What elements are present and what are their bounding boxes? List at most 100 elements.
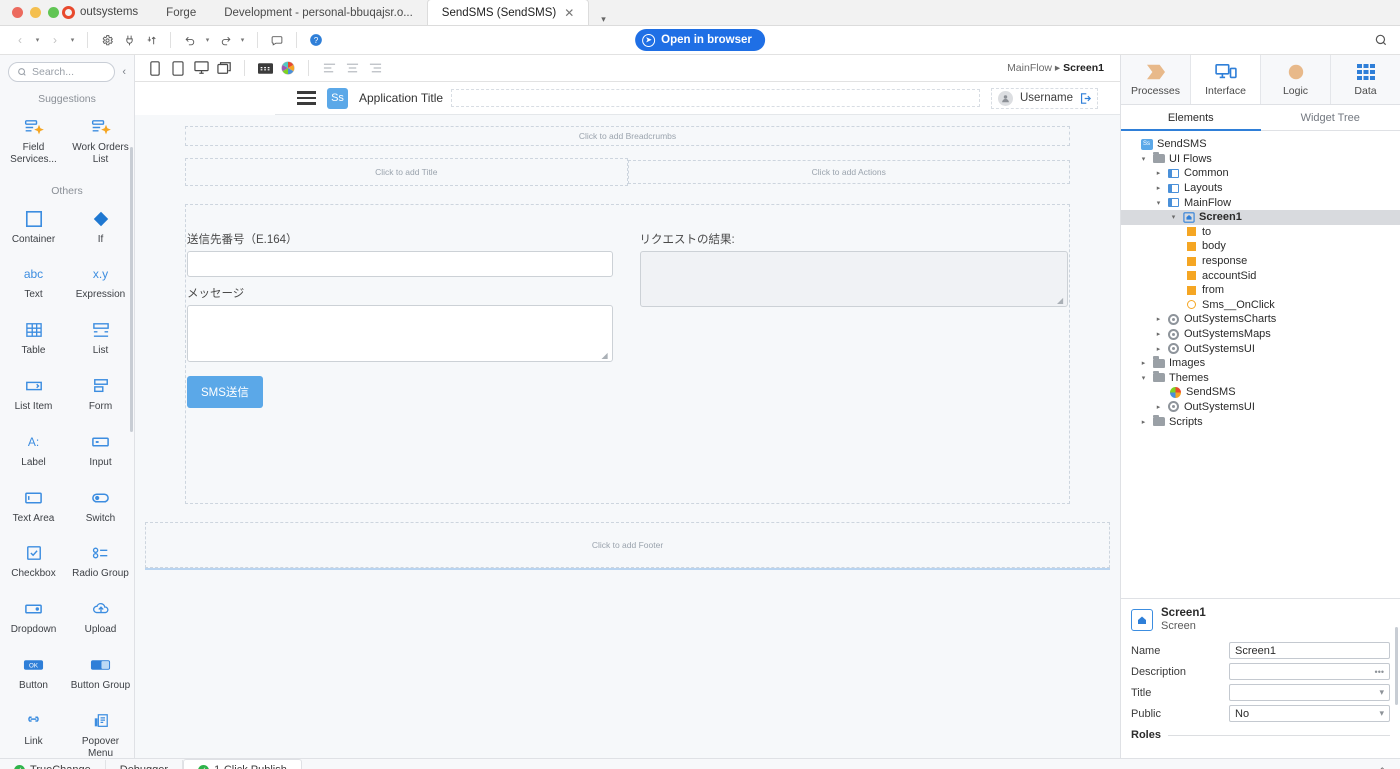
tree-node-mainflow[interactable]: ▾ MainFlow xyxy=(1121,195,1400,210)
align-left-icon[interactable] xyxy=(319,58,339,78)
tablet-icon[interactable] xyxy=(168,58,188,78)
window-controls[interactable] xyxy=(12,7,59,18)
tab-truechange[interactable]: ✓ TrueChange xyxy=(0,760,106,769)
tree-node-outsystemsui-flow[interactable]: ▸ OutSystemsUI xyxy=(1121,341,1400,356)
expand-arrow-icon[interactable]: ▾ xyxy=(1139,374,1148,382)
result-textarea[interactable]: ◢ xyxy=(639,251,1068,307)
publish-icon[interactable] xyxy=(141,30,161,50)
tree-node-layouts[interactable]: ▸ Layouts xyxy=(1121,181,1400,196)
palette-item-label[interactable]: A: Label xyxy=(0,424,67,478)
name-field[interactable]: Screen1 xyxy=(1229,642,1390,660)
tab-debugger[interactable]: Debugger xyxy=(106,760,184,769)
footer-placeholder[interactable]: Click to add Footer xyxy=(145,522,1110,568)
palette-item-radio-group[interactable]: Radio Group xyxy=(67,535,134,589)
tab-overflow-caret-icon[interactable]: ▾ xyxy=(589,14,618,25)
palette-item-checkbox[interactable]: Checkbox xyxy=(0,535,67,589)
align-right-icon[interactable] xyxy=(365,58,385,78)
close-window-button[interactable] xyxy=(12,7,23,18)
tree-node-outsystemsmaps[interactable]: ▸ OutSystemsMaps xyxy=(1121,327,1400,342)
redo-button[interactable] xyxy=(215,30,235,50)
expand-arrow-icon[interactable]: ▸ xyxy=(1154,184,1163,192)
app-title[interactable]: Application Title xyxy=(359,91,443,105)
palette-item-form[interactable]: Form xyxy=(67,368,134,422)
breadcrumbs-placeholder[interactable]: Click to add Breadcrumbs xyxy=(185,126,1070,146)
palette-item-dropdown[interactable]: Dropdown xyxy=(0,591,67,645)
tab-elements[interactable]: Elements xyxy=(1121,105,1261,131)
tree-node-theme-sendsms[interactable]: SendSMS xyxy=(1121,385,1400,400)
tab-sendsms-module[interactable]: SendSMS (SendSMS) ✕ xyxy=(426,0,590,25)
undo-caret-icon[interactable]: ▾ xyxy=(202,36,213,44)
palette-item-upload[interactable]: Upload xyxy=(67,591,134,645)
ellipsis-icon[interactable]: ••• xyxy=(1375,667,1384,677)
to-number-input[interactable] xyxy=(187,251,613,277)
tree-node-themes[interactable]: ▾ Themes xyxy=(1121,370,1400,386)
search-input[interactable]: Search... xyxy=(8,62,116,82)
phone-icon[interactable] xyxy=(145,58,165,78)
expand-arrow-icon[interactable]: ▸ xyxy=(1154,330,1163,338)
align-center-icon[interactable] xyxy=(342,58,362,78)
tree-node-theme-outsystemsui[interactable]: ▸ OutSystemsUI xyxy=(1121,400,1400,415)
palette-item-container[interactable]: Container xyxy=(0,201,67,255)
tab-logic[interactable]: Logic xyxy=(1261,55,1331,104)
back-button[interactable]: ‹ xyxy=(10,30,30,50)
window-tab-strip[interactable]: Forge Development - personal-bbuqajsr.o.… xyxy=(152,0,590,25)
palette-item-table[interactable]: Table xyxy=(0,312,67,366)
breadcrumb[interactable]: MainFlow ▸ Screen1 xyxy=(1007,62,1110,74)
tree-node-accountsid[interactable]: accountSid xyxy=(1121,268,1400,283)
chevron-down-icon[interactable]: ▾ xyxy=(1379,687,1384,698)
tree-node-sms-onclick[interactable]: Sms__OnClick xyxy=(1121,298,1400,313)
palette-item-input[interactable]: Input xyxy=(67,424,134,478)
palette-item-list[interactable]: List xyxy=(67,312,134,366)
element-tree[interactable]: Ss SendSMS ▾ UI Flows ▸ Common ▸ Layouts… xyxy=(1121,131,1400,598)
tab-interface[interactable]: Interface xyxy=(1191,55,1261,104)
expand-arrow-icon[interactable]: ▸ xyxy=(1139,359,1148,367)
feedback-icon[interactable] xyxy=(267,30,287,50)
resize-grip-icon[interactable]: ◢ xyxy=(1057,297,1065,305)
palette-item-list-item[interactable]: List Item xyxy=(0,368,67,422)
forward-history-caret-icon[interactable]: ▾ xyxy=(67,36,78,44)
maximize-window-button[interactable] xyxy=(48,7,59,18)
tab-forge[interactable]: Forge xyxy=(152,1,210,25)
expand-arrow-icon[interactable]: ▸ xyxy=(1154,345,1163,353)
minimize-window-button[interactable] xyxy=(30,7,41,18)
main-content-container[interactable]: 送信先番号（E.164） メッセージ ◢ SMS送信 リクエストの結果: ◢ xyxy=(185,204,1070,504)
app-title-placeholder-area[interactable] xyxy=(451,89,980,107)
plug-icon[interactable] xyxy=(119,30,139,50)
message-textarea[interactable]: ◢ xyxy=(187,305,613,362)
global-search-icon[interactable] xyxy=(1374,33,1388,47)
palette-item-field-services[interactable]: Field Services... xyxy=(0,109,67,175)
forward-button[interactable]: › xyxy=(45,30,65,50)
tree-node-ui-flows[interactable]: ▾ UI Flows xyxy=(1121,151,1400,167)
send-sms-button[interactable]: SMS送信 xyxy=(187,376,263,408)
palette-item-if[interactable]: If xyxy=(67,201,134,255)
expand-arrow-icon[interactable]: ▾ xyxy=(1154,199,1163,207)
palette-item-work-orders-list[interactable]: Work Orders List xyxy=(67,109,134,175)
tree-node-outsystemscharts[interactable]: ▸ OutSystemsCharts xyxy=(1121,312,1400,327)
tab-processes[interactable]: Processes xyxy=(1121,55,1191,104)
tree-node-from[interactable]: from xyxy=(1121,283,1400,298)
expand-arrow-icon[interactable]: ▸ xyxy=(1154,169,1163,177)
expand-arrow-icon[interactable]: ▾ xyxy=(1139,155,1148,163)
tab-widget-tree[interactable]: Widget Tree xyxy=(1261,105,1400,130)
tree-node-screen1[interactable]: ▾ Screen1 xyxy=(1121,209,1400,225)
css-icon[interactable] xyxy=(255,58,275,78)
logout-icon[interactable] xyxy=(1080,92,1091,104)
tree-node-response[interactable]: response xyxy=(1121,254,1400,269)
hamburger-menu-icon[interactable] xyxy=(297,91,316,105)
tree-node-common[interactable]: ▸ Common xyxy=(1121,166,1400,181)
title-select[interactable]: ▾ xyxy=(1229,684,1390,702)
palette-item-text-area[interactable]: Text Area xyxy=(0,480,67,534)
expand-arrow-icon[interactable]: ▸ xyxy=(1139,418,1148,426)
public-select[interactable]: No ▾ xyxy=(1229,705,1390,723)
description-field[interactable]: ••• xyxy=(1229,663,1390,681)
chevron-down-icon[interactable]: ▾ xyxy=(1379,708,1384,719)
palette-item-switch[interactable]: Switch xyxy=(67,480,134,534)
palette-item-button-group[interactable]: Button Group xyxy=(67,647,134,701)
theme-icon[interactable] xyxy=(278,58,298,78)
native-app-icon[interactable] xyxy=(214,58,234,78)
tab-data[interactable]: Data xyxy=(1331,55,1400,104)
redo-caret-icon[interactable]: ▾ xyxy=(237,36,248,44)
desktop-icon[interactable] xyxy=(191,58,211,78)
collapse-palette-icon[interactable]: ‹ xyxy=(120,66,128,78)
open-in-browser-button[interactable]: ➤ Open in browser xyxy=(635,29,765,51)
